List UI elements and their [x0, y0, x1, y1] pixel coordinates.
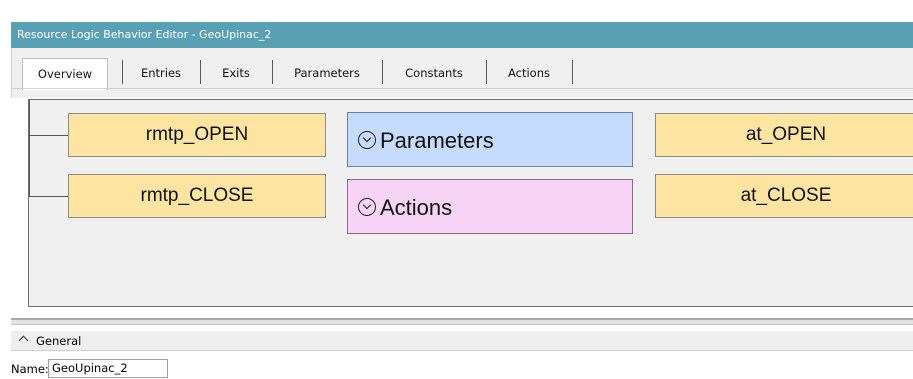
entry-connector	[29, 196, 68, 197]
parameters-node[interactable]: Parameters	[347, 112, 633, 167]
window-title-bar: Resource Logic Behavior Editor - GeoUpin…	[11, 22, 913, 48]
tab-actions[interactable]: Actions	[488, 58, 570, 88]
name-label: Name:	[11, 362, 49, 376]
tab-separator	[382, 60, 383, 84]
entry-node-rmtp-open[interactable]: rmtp_OPEN	[68, 113, 326, 157]
tab-strip-rule	[12, 88, 913, 89]
chevron-up-icon[interactable]	[18, 335, 29, 346]
tab-parameters[interactable]: Parameters	[274, 58, 380, 88]
splitter-handle[interactable]	[11, 318, 913, 325]
parameters-node-label: Parameters	[380, 128, 494, 153]
tab-separator	[572, 60, 573, 84]
name-field[interactable]: GeoUpinac_2	[48, 359, 168, 378]
general-section-header[interactable]: General	[11, 331, 913, 351]
tab-separator	[486, 60, 487, 84]
tab-separator	[272, 60, 273, 84]
chevron-down-icon[interactable]	[358, 198, 376, 217]
general-section-title: General	[36, 334, 82, 348]
actions-node[interactable]: Actions	[347, 179, 633, 234]
exit-node-at-open[interactable]: at_OPEN	[655, 113, 913, 157]
entry-connector-trunk	[29, 100, 30, 196]
entry-connector	[29, 135, 68, 136]
tab-separator	[200, 60, 201, 84]
actions-node-label: Actions	[380, 195, 453, 220]
tab-overview[interactable]: Overview	[22, 58, 108, 90]
window-title: Resource Logic Behavior Editor - GeoUpin…	[17, 28, 272, 41]
tab-bar: Overview Entries Exits Parameters Consta…	[11, 48, 913, 98]
tab-exits[interactable]: Exits	[202, 58, 270, 88]
overview-canvas: rmtp_OPEN rmtp_CLOSE Parameters Actions …	[28, 99, 913, 307]
entry-node-rmtp-close[interactable]: rmtp_CLOSE	[68, 174, 326, 218]
tab-separator	[122, 60, 123, 84]
chevron-down-icon[interactable]	[358, 131, 376, 150]
tab-entries[interactable]: Entries	[124, 58, 198, 88]
exit-node-at-close[interactable]: at_CLOSE	[655, 174, 913, 218]
tab-constants[interactable]: Constants	[384, 58, 484, 88]
